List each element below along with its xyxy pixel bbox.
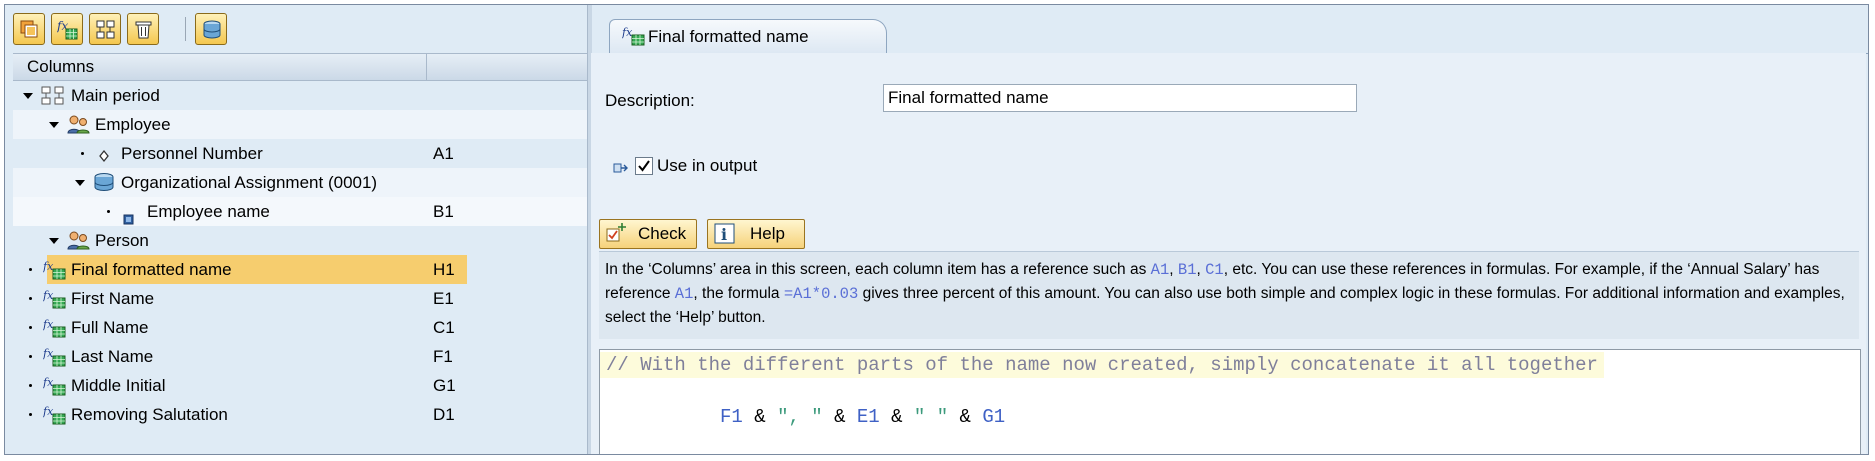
svg-text:fx: fx xyxy=(43,405,54,418)
tree-node-label: Employee xyxy=(95,115,171,134)
columns-header: Columns xyxy=(13,53,587,81)
svg-text:fx: fx xyxy=(43,318,54,331)
detail-pane: fx Final formatted name Description: Use… xyxy=(591,5,1868,454)
tree-node-label: Organizational Assignment (0001) xyxy=(121,173,378,192)
tree-node-label: First Name xyxy=(71,289,155,308)
tree-node-employee[interactable]: Employee xyxy=(13,110,587,139)
formula-editor[interactable]: // With the different parts of the name … xyxy=(599,349,1861,454)
description-label: Description: xyxy=(605,91,695,110)
bullet-icon xyxy=(29,297,32,300)
tree-node-middle-initial[interactable]: fx Middle Initial G1 xyxy=(13,371,587,400)
tree-node-person[interactable]: Person xyxy=(13,226,587,255)
toolbar-separator xyxy=(185,17,186,41)
expand-arrow-icon[interactable] xyxy=(23,93,33,99)
checkmark-icon xyxy=(638,160,650,172)
delete-button[interactable] xyxy=(127,13,159,45)
tree-node-full-name[interactable]: fx Full Name C1 xyxy=(13,313,587,342)
tree-node-final-formatted-name[interactable]: fx Final formatted name H1 xyxy=(13,255,587,284)
tree-node-label: Removing Salutation xyxy=(71,405,228,424)
tree-node-label: Main period xyxy=(71,86,160,105)
tree-node-first-name[interactable]: fx First Name E1 xyxy=(13,284,587,313)
info-text: In the ‘Columns’ area in this screen, ea… xyxy=(599,251,1859,339)
columns-pane: fx Columns Main period Employee Personne… xyxy=(5,5,587,454)
bullet-icon xyxy=(29,268,32,271)
info-icon: i xyxy=(714,223,736,254)
check-button-label: Check xyxy=(638,224,687,243)
svg-text:fx: fx xyxy=(43,260,54,273)
tree-node-label: Employee name xyxy=(147,202,270,221)
formula-icon: fx xyxy=(42,405,69,436)
tab-strip: fx Final formatted name xyxy=(591,19,1868,54)
hierarchy-icon xyxy=(96,20,115,39)
bullet-icon xyxy=(29,384,32,387)
svg-text:fx: fx xyxy=(622,26,633,39)
tree-node-organizational-assignment[interactable]: Organizational Assignment (0001) xyxy=(13,168,587,197)
tree-node-last-name[interactable]: fx Last Name F1 xyxy=(13,342,587,371)
use-in-output-label: Use in output xyxy=(657,156,758,175)
expand-arrow-icon[interactable] xyxy=(49,238,59,244)
create-column-button[interactable] xyxy=(13,13,45,45)
description-input[interactable] xyxy=(883,84,1357,112)
tree-node-personnel-number[interactable]: Personnel Number A1 xyxy=(13,139,587,168)
bullet-icon xyxy=(107,210,110,213)
tab-label: Final formatted name xyxy=(648,27,809,46)
help-button[interactable]: i Help xyxy=(707,219,805,249)
help-button-label: Help xyxy=(750,224,785,243)
columns-header-label: Columns xyxy=(13,54,427,80)
column-reference: F1 xyxy=(433,347,453,366)
expand-arrow-icon[interactable] xyxy=(49,122,59,128)
column-reference: H1 xyxy=(433,260,455,279)
app-window: fx Columns Main period Employee Personne… xyxy=(4,4,1869,455)
column-reference: C1 xyxy=(433,318,455,337)
formula-editor-panel: Description: Use in output Check i Help … xyxy=(591,53,1866,454)
output-arrow-icon xyxy=(613,161,629,179)
svg-text:fx: fx xyxy=(43,376,54,389)
svg-text:fx: fx xyxy=(43,289,54,302)
column-reference: E1 xyxy=(433,289,454,308)
tree-node-label: Middle Initial xyxy=(71,376,166,395)
svg-text:i: i xyxy=(721,225,727,244)
tab-final-formatted-name[interactable]: fx Final formatted name xyxy=(609,19,887,53)
database-icon xyxy=(203,20,221,39)
use-in-output-checkbox[interactable] xyxy=(635,157,653,175)
column-reference: D1 xyxy=(433,405,455,424)
bullet-icon xyxy=(29,326,32,329)
svg-text:fx: fx xyxy=(43,347,54,360)
group-button[interactable] xyxy=(89,13,121,45)
new-column-icon xyxy=(20,20,38,38)
check-button[interactable]: Check xyxy=(599,219,697,249)
tree-node-employee-name[interactable]: Employee name B1 xyxy=(13,197,587,226)
create-formula-button[interactable]: fx xyxy=(51,13,83,45)
formula-icon: fx xyxy=(621,26,648,53)
tree-node-removing-salutation[interactable]: fx Removing Salutation D1 xyxy=(13,400,587,429)
bullet-icon xyxy=(29,355,32,358)
expand-arrow-icon[interactable] xyxy=(75,180,85,186)
tree-node-label: Final formatted name xyxy=(71,260,232,279)
column-reference: A1 xyxy=(433,144,454,163)
formula-comment-line: // With the different parts of the name … xyxy=(600,352,1604,378)
formula-icon: fx xyxy=(57,19,78,40)
column-reference: B1 xyxy=(433,202,454,221)
check-syntax-icon xyxy=(606,223,628,254)
tree-node-label: Person xyxy=(95,231,149,250)
tree-node-main-period[interactable]: Main period xyxy=(13,81,587,110)
trash-icon xyxy=(135,21,152,39)
column-reference: G1 xyxy=(433,376,456,395)
database-button[interactable] xyxy=(195,13,227,45)
tree-node-label: Last Name xyxy=(71,347,154,366)
formula-code-line: F1 & ", " & E1 & " " & G1 xyxy=(720,406,1006,428)
tree-node-label: Full Name xyxy=(71,318,149,337)
tree-node-label: Personnel Number xyxy=(121,144,263,163)
bullet-icon xyxy=(81,152,84,155)
bullet-icon xyxy=(29,413,32,416)
